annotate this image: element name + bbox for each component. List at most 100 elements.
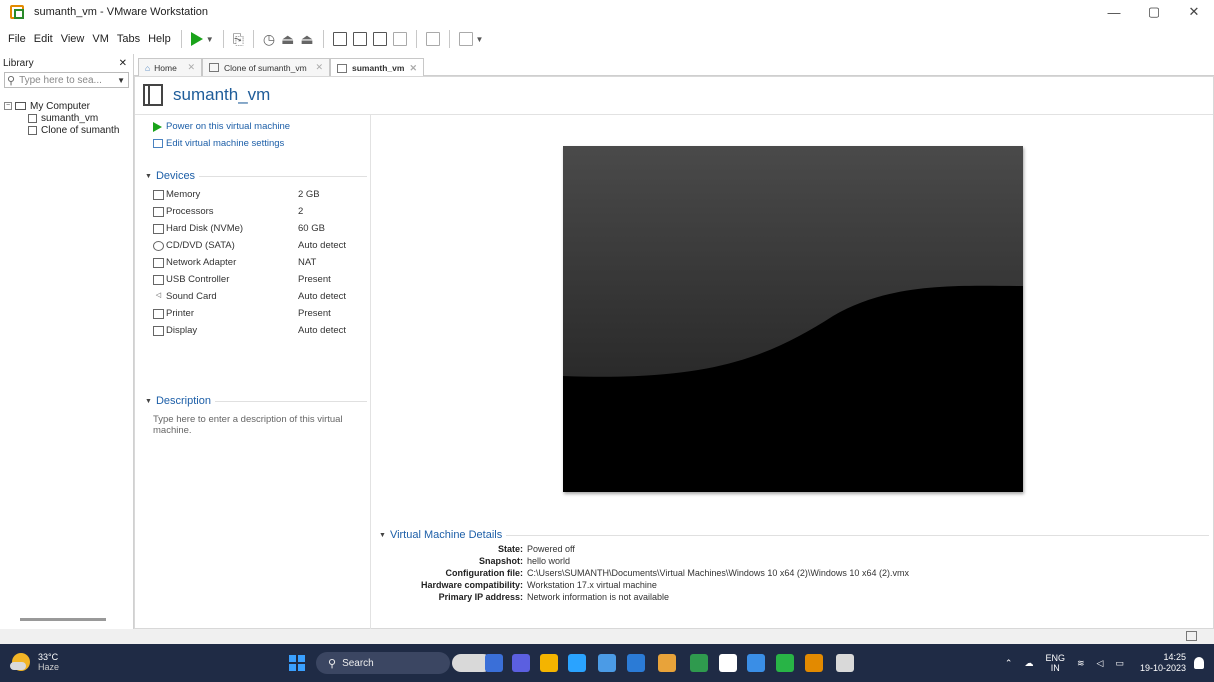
menu-file[interactable]: File [4,33,30,45]
show-hidden-icons-icon[interactable]: ⌃ [1005,658,1013,669]
snapshot-manager-icon[interactable]: ⏏ [300,29,313,49]
show-library-button[interactable] [332,29,347,49]
menu-vm[interactable]: VM [88,33,113,45]
menu-tabs[interactable]: Tabs [113,33,144,45]
tree-item-my-computer[interactable]: − My Computer [4,100,133,112]
device-name: Memory [166,189,201,200]
library-close-button[interactable]: ✕ [119,58,127,69]
power-on-toolbar-button[interactable]: ▼ [190,29,214,49]
vm-details-header[interactable]: ▼ Virtual Machine Details [379,529,1209,541]
message-log-icon[interactable] [1186,631,1197,641]
device-row-sound-card[interactable]: ◁ Sound Card Auto detect [153,288,353,305]
device-value: Present [298,308,331,319]
menu-edit[interactable]: Edit [30,33,57,45]
vm-clone-icon [209,63,219,72]
send-ctrl-alt-del-button[interactable]: ⎘ [233,29,244,49]
vmware-taskbar-icon[interactable] [836,654,854,672]
tab-clone-of-sumanth-vm[interactable]: Clone of sumanth_vm ✕ [202,58,330,76]
tab-sumanth-vm[interactable]: sumanth_vm ✕ [330,58,424,77]
edit-settings-link[interactable]: Edit virtual machine settings [153,138,284,149]
library-scrollbar[interactable] [20,618,106,621]
detail-key: Configuration file: [445,568,524,578]
windows-logo-tile [298,664,305,671]
library-search-input[interactable]: ⚲ Type here to sea... ▼ [4,72,129,88]
file-explorer-icon[interactable] [540,654,558,672]
clock[interactable]: 14:25 19-10-2023 [1140,652,1186,674]
device-row-memory[interactable]: Memory 2 GB [153,186,353,203]
tab-close-icon[interactable]: ✕ [409,63,417,74]
sound-icon: ◁ [155,291,162,299]
chrome-icon[interactable] [658,654,676,672]
toolbar-separator [252,30,254,48]
stretch-guest-button[interactable]: ▼ [458,29,483,49]
library-search-placeholder: Type here to sea... [19,74,102,86]
calculator-icon[interactable] [598,654,616,672]
device-row-usb-controller[interactable]: USB Controller Present [153,271,353,288]
thumbnail-bar-button[interactable] [352,29,367,49]
toolbar-separator [415,30,417,48]
chevron-down-icon[interactable]: ▼ [117,76,125,85]
minimize-button[interactable]: — [1094,0,1134,24]
weather-haze-icon [10,653,30,671]
chrome-alt-icon[interactable] [690,654,708,672]
notification-bell-icon[interactable] [1194,657,1204,669]
vm-header: sumanth_vm [135,77,1213,115]
detail-value: Powered off [527,544,575,554]
wifi-icon[interactable]: ≋ [1077,658,1085,669]
terminal-app-icon[interactable] [485,654,503,672]
close-button[interactable]: ✕ [1174,0,1214,24]
tab-close-icon[interactable]: ✕ [315,62,323,73]
device-row-hard-disk[interactable]: Hard Disk (NVMe) 60 GB [153,220,353,237]
azure-icon[interactable] [747,654,765,672]
whatsapp-icon[interactable] [805,654,823,672]
tab-close-icon[interactable]: ✕ [187,62,195,73]
tree-item-clone-of-sumanth[interactable]: Clone of sumanth [4,124,133,136]
status-bar [0,629,1214,644]
language-indicator[interactable]: ENG IN [1045,653,1065,673]
revert-snapshot-icon[interactable]: ⏏ [281,29,294,49]
description-field[interactable]: Type here to enter a description of this… [153,414,353,436]
device-row-cd-dvd[interactable]: CD/DVD (SATA) Auto detect [153,237,353,254]
vm-summary-left-column: Power on this virtual machine Edit virtu… [135,115,371,629]
toolbar-separator [222,30,224,48]
description-section-header[interactable]: ▼ Description [145,395,367,407]
tab-home[interactable]: ⌂ Home ✕ [138,58,202,76]
battery-icon[interactable]: ▭ [1115,658,1124,669]
toolbar-separator [448,30,450,48]
console-view-button[interactable] [425,29,440,49]
onedrive-icon[interactable]: ☁ [1024,658,1033,669]
maximize-button[interactable]: ▢ [1134,0,1174,24]
word-icon[interactable] [776,654,794,672]
device-row-processors[interactable]: Processors 2 [153,203,353,220]
description-title: Description [155,395,211,407]
tab-bar: ⌂ Home ✕ Clone of sumanth_vm ✕ sumanth_v… [134,54,1214,77]
snapshot-icon[interactable]: ◷ [263,29,275,49]
start-button[interactable] [289,655,305,671]
display-icon [153,325,164,336]
device-row-printer[interactable]: Printer Present [153,305,353,322]
device-row-display[interactable]: Display Auto detect [153,322,353,339]
tab-label: Home [154,62,177,73]
vm-screen-preview[interactable] [563,146,1023,492]
section-divider [214,400,367,402]
code-app-icon[interactable] [627,654,645,672]
menu-view[interactable]: View [57,33,89,45]
devices-section-header[interactable]: ▼ Devices [145,170,367,182]
full-screen-button[interactable] [372,29,387,49]
menu-help[interactable]: Help [144,33,175,45]
meet-app-icon[interactable] [512,654,530,672]
tree-item-label: Clone of sumanth [41,124,120,136]
stretch-guest-icon [458,32,473,46]
unity-button[interactable] [392,29,407,49]
volume-icon[interactable]: ◁ [1097,658,1104,669]
edge-icon[interactable] [568,654,586,672]
vue-app-icon[interactable] [719,654,737,672]
device-value: Auto detect [298,325,347,336]
weather-widget[interactable]: 33°C Haze [10,652,59,672]
power-on-link[interactable]: Power on this virtual machine [153,121,290,132]
taskbar-search-box[interactable]: ⚲ Search [316,652,450,674]
detail-key: Hardware compatibility: [420,580,523,590]
device-row-network-adapter[interactable]: Network Adapter NAT [153,254,353,271]
tree-item-sumanth-vm[interactable]: sumanth_vm [4,112,133,124]
collapse-icon[interactable]: − [4,102,12,110]
